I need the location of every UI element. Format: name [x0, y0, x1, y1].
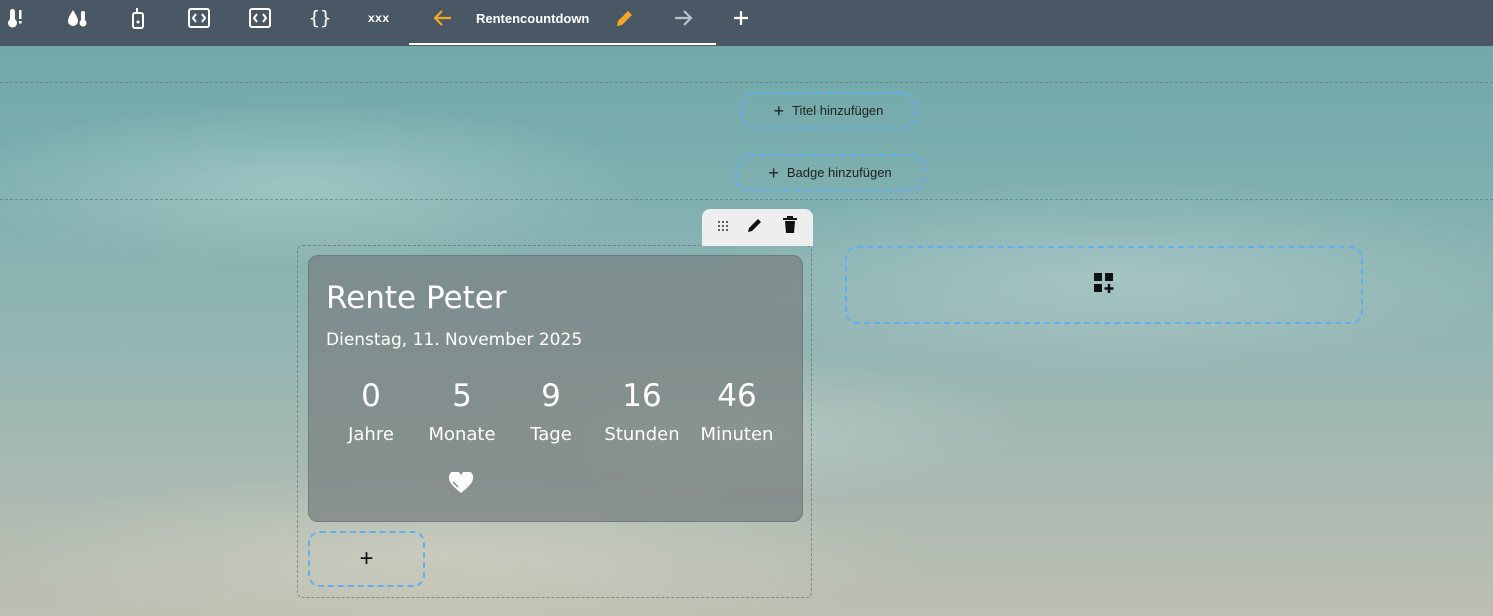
counter-years: 0 Jahre — [321, 378, 421, 445]
counter-label: Tage — [530, 424, 572, 445]
code-box-icon[interactable] — [249, 0, 271, 36]
header-divider-top — [0, 82, 1493, 83]
counter-value: 0 — [361, 378, 381, 414]
counter-value: 46 — [717, 378, 757, 414]
add-title-button[interactable]: + Titel hinzufügen — [741, 92, 916, 129]
view-grid-plus-icon — [1093, 272, 1115, 299]
counter-months: 5 Monate — [412, 378, 512, 445]
add-badge-label: Badge hinzufügen — [786, 165, 892, 180]
card-title: Rente Peter — [326, 280, 507, 316]
counter-label: Jahre — [348, 424, 394, 445]
active-tab-indicator — [409, 43, 716, 45]
counter-value: 5 — [452, 378, 472, 414]
tab-xxx[interactable]: xxx — [368, 0, 390, 36]
arrow-left-icon[interactable] — [432, 0, 454, 36]
water-thermometer-icon[interactable] — [66, 0, 90, 36]
counter-minutes: 46 Minuten — [687, 378, 787, 445]
plus-icon[interactable] — [731, 0, 751, 36]
pencil-icon[interactable] — [614, 0, 636, 36]
tab-rentencountdown[interactable]: Rentencountdown — [476, 0, 589, 36]
trash-icon[interactable] — [782, 216, 798, 239]
counter-days: 9 Tage — [501, 378, 601, 445]
top-toolbar: {} xxx Rentencountdown — [0, 0, 1493, 46]
card-edit-toolbar — [702, 209, 813, 246]
plus-icon: + — [359, 545, 374, 572]
add-badge-button[interactable]: + Badge hinzufügen — [735, 154, 925, 191]
counter-label: Minuten — [700, 424, 774, 445]
drag-icon[interactable] — [717, 219, 729, 237]
remote-icon[interactable] — [131, 0, 145, 36]
plus-icon: + — [768, 162, 779, 183]
countdown-card[interactable]: Rente Peter Dienstag, 11. November 2025 … — [308, 255, 803, 522]
header-divider-bottom — [0, 199, 1493, 200]
add-card-button[interactable]: + — [308, 531, 425, 587]
add-title-label: Titel hinzufügen — [792, 103, 884, 118]
counter-value: 16 — [622, 378, 662, 414]
code-braces-icon[interactable]: {} — [309, 0, 332, 36]
thermometer-alert-icon[interactable] — [5, 0, 27, 36]
card-date: Dienstag, 11. November 2025 — [326, 330, 583, 350]
counter-label: Monate — [428, 424, 496, 445]
add-section-button[interactable] — [845, 246, 1363, 324]
arrow-right-icon[interactable] — [672, 0, 694, 36]
heart-icon — [448, 470, 474, 499]
counter-hours: 16 Stunden — [592, 378, 692, 445]
pencil-icon[interactable] — [746, 216, 764, 239]
plus-icon: + — [773, 100, 785, 121]
code-box-icon[interactable] — [188, 0, 210, 36]
counter-label: Stunden — [604, 424, 680, 445]
counter-value: 9 — [541, 378, 561, 414]
